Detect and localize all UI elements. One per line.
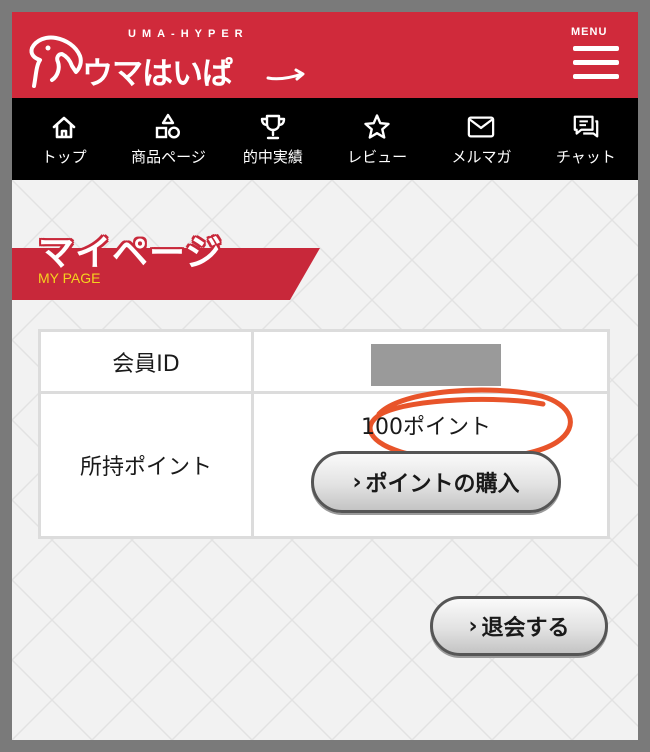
home-icon — [50, 113, 78, 141]
nav-label: 商品ページ — [131, 148, 206, 166]
chevron-right-icon: › — [468, 613, 478, 639]
points-label: 所持ポイント — [41, 394, 254, 536]
nav-label: トップ — [41, 148, 87, 166]
nav-item-chat[interactable]: チャット — [534, 98, 638, 180]
menu-label: MENU — [571, 26, 608, 38]
nav-label: チャット — [555, 148, 616, 166]
withdraw-button[interactable]: › 退会する — [430, 596, 608, 656]
star-icon — [363, 113, 391, 141]
arrow-icon — [266, 68, 305, 81]
horse-icon — [29, 35, 83, 88]
page-subtitle: MY PAGE — [38, 270, 101, 286]
nav-label: メルマガ — [451, 148, 512, 166]
hamburger-bar — [573, 74, 619, 79]
logo-name: ウマはいぱ — [82, 56, 233, 92]
nav-label: レビュー — [347, 148, 408, 166]
nav-item-products[interactable]: 商品ページ — [116, 98, 220, 180]
nav-item-newsletter[interactable]: メルマガ — [429, 98, 533, 180]
page-frame: UMA-HYPER ウマはいぱ MENU トップ 商品ページ 的中実績 レビュー… — [12, 12, 638, 740]
site-header: UMA-HYPER ウマはいぱ MENU — [12, 12, 638, 98]
site-logo[interactable]: UMA-HYPER ウマはいぱ — [28, 22, 318, 92]
chevron-right-icon: › — [352, 469, 362, 495]
shapes-icon — [154, 113, 182, 141]
withdraw-label: 退会する — [481, 616, 570, 641]
mail-icon — [467, 113, 495, 141]
nav-label: 的中実績 — [242, 148, 303, 166]
menu-button[interactable]: MENU — [567, 24, 623, 88]
table-row: 所持ポイント 100ポイント › ポイントの購入 — [41, 387, 607, 536]
member-id-label: 会員ID — [41, 332, 254, 391]
nav-item-top[interactable]: トップ — [12, 98, 116, 180]
hamburger-bar — [573, 60, 619, 65]
trophy-icon — [259, 113, 287, 141]
hamburger-icon — [573, 46, 619, 51]
points-value: 100ポイント — [361, 415, 491, 440]
account-info-table: 会員ID 所持ポイント 100ポイント › ポイントの購入 — [38, 329, 610, 539]
main-nav: トップ 商品ページ 的中実績 レビュー メルマガ チャット — [12, 98, 638, 180]
chat-icon — [572, 113, 600, 141]
logo-tagline: UMA-HYPER — [128, 28, 249, 40]
buy-points-button[interactable]: › ポイントの購入 — [311, 451, 561, 513]
nav-item-reviews[interactable]: レビュー — [325, 98, 429, 180]
buy-points-label: ポイントの購入 — [365, 472, 520, 497]
page-title: マイページ — [38, 233, 223, 274]
nav-item-results[interactable]: 的中実績 — [221, 98, 325, 180]
